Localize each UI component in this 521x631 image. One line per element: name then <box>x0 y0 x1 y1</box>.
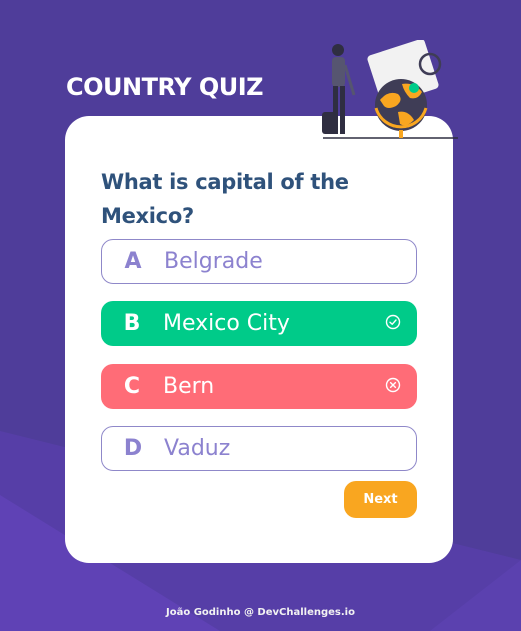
option-d[interactable]: D Vaduz <box>101 426 417 471</box>
option-b[interactable]: B Mexico City <box>101 301 417 346</box>
option-text: Belgrade <box>164 249 263 274</box>
option-letter: C <box>123 374 141 399</box>
option-a[interactable]: A Belgrade <box>101 239 417 284</box>
option-text: Bern <box>163 374 215 399</box>
option-letter: B <box>123 311 141 336</box>
next-button[interactable]: Next <box>344 481 417 518</box>
option-letter: A <box>124 249 142 274</box>
check-circle-icon <box>369 314 417 334</box>
option-text: Vaduz <box>164 436 231 461</box>
footer-credit: João Godinho @ DevChallenges.io <box>166 607 355 618</box>
question-text: What is capital of the Mexico? <box>101 170 349 228</box>
traveler-globe-illustration <box>322 40 458 139</box>
option-c[interactable]: C Bern <box>101 364 417 409</box>
x-circle-icon <box>369 377 417 397</box>
option-text: Mexico City <box>163 311 290 336</box>
option-letter: D <box>123 436 143 461</box>
app-title: COUNTRY QUIZ <box>66 73 264 101</box>
